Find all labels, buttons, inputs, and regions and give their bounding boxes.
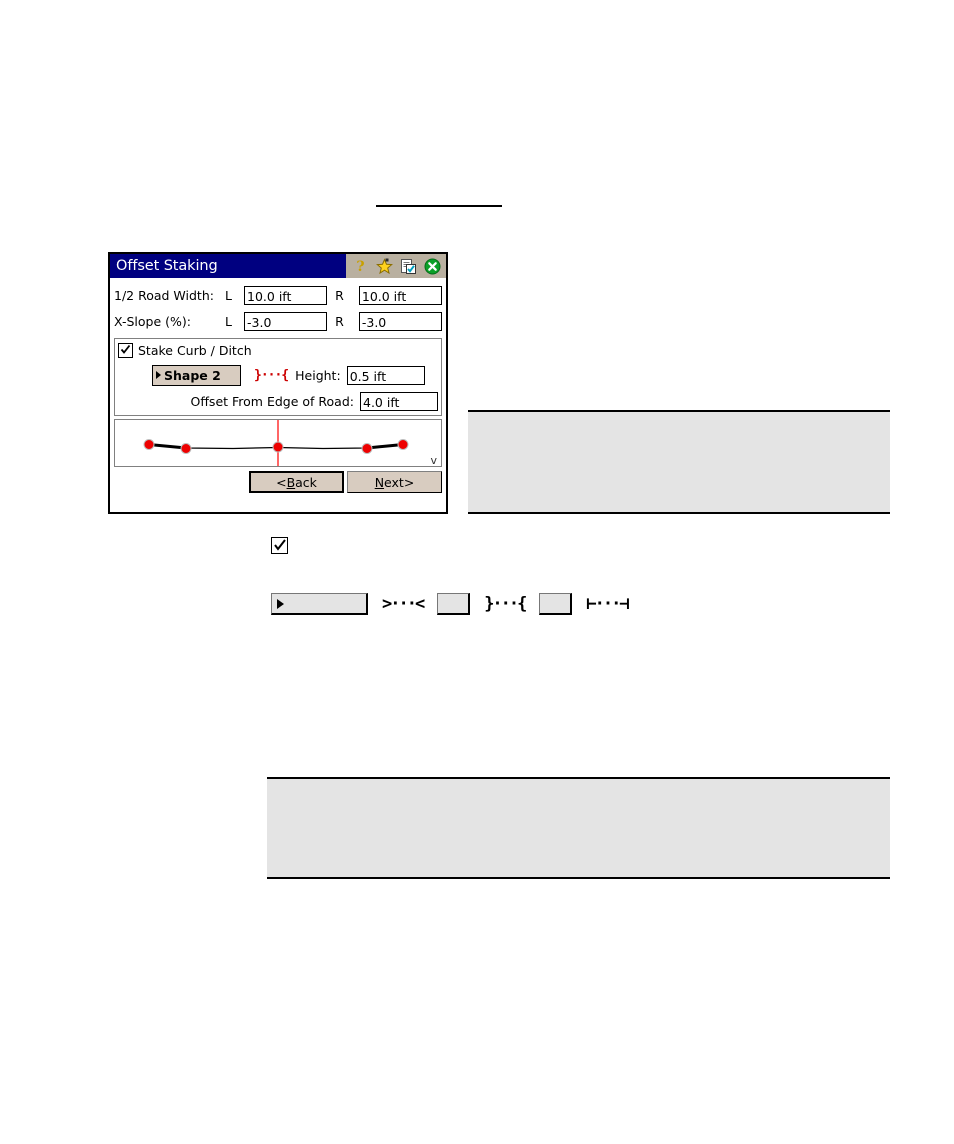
x-slope-label: X-Slope (%):: [114, 313, 191, 329]
favorites-star-icon[interactable]: [376, 257, 393, 275]
road-width-label: 1/2 Road Width:: [114, 287, 214, 303]
x-slope-row: X-Slope (%): L -3.0 R -3.0: [114, 308, 442, 334]
road-width-right-input[interactable]: 10.0 ift: [358, 285, 442, 305]
next-suffix: >: [403, 474, 415, 490]
dropdown-triangle-icon: [156, 371, 161, 379]
preview-corner-mark: v: [430, 454, 437, 467]
legend-dropdown-button-2[interactable]: [437, 593, 471, 615]
cross-section-graphic: [143, 420, 409, 466]
offset-from-edge-label: Offset From Edge of Road:: [190, 393, 354, 409]
next-accel: N: [374, 474, 385, 490]
shape-row: Shape 2 }···{ Height: 0.5 ift: [118, 362, 438, 388]
legend-dropdown-button-3[interactable]: [539, 593, 573, 615]
close-icon[interactable]: [424, 258, 441, 275]
legend-dropdown-button-1[interactable]: [271, 593, 368, 615]
back-button[interactable]: < B ack: [249, 471, 344, 493]
horizontal-rule: [376, 205, 502, 207]
callout-box-bottom: [267, 777, 890, 879]
x-slope-right-letter: R: [335, 313, 344, 329]
titlebar-icon-group: ?: [346, 254, 446, 278]
shape-select-button[interactable]: Shape 2: [152, 364, 241, 386]
stake-curb-ditch-group: Stake Curb / Ditch Shape 2 }···{ Height:…: [114, 338, 442, 416]
offset-from-edge-input[interactable]: 4.0 ift: [360, 391, 438, 411]
road-width-right-letter: R: [335, 287, 344, 303]
height-label: Height:: [295, 367, 341, 383]
checkmark-icon: [273, 539, 286, 551]
x-slope-right-input[interactable]: -3.0: [358, 311, 442, 331]
flat-shape-icon: ⊢···⊣: [586, 594, 629, 614]
callout-box-top: [468, 410, 890, 514]
curb-shape-icon: }···{: [254, 367, 289, 383]
height-input[interactable]: 0.5 ift: [346, 365, 425, 385]
x-slope-left-input[interactable]: -3.0: [244, 311, 328, 331]
next-button[interactable]: N ext >: [347, 471, 442, 493]
back-rest: ack: [295, 474, 317, 490]
shape-legend-row: >···< }···{ ⊢···⊣: [271, 591, 642, 617]
dialog-titlebar: Offset Staking ?: [110, 254, 446, 278]
road-width-left-letter: L: [224, 287, 232, 303]
legend-checkbox-icon: [271, 537, 288, 554]
next-rest: ext: [384, 474, 404, 490]
x-slope-left-letter: L: [224, 313, 232, 329]
dialog-nav-bar: < B ack N ext >: [110, 467, 446, 493]
svg-text:?: ?: [356, 259, 364, 275]
offset-staking-dialog: Offset Staking ? 1/2 Road Width: L 10.0 …: [108, 252, 448, 514]
back-accel: B: [286, 474, 296, 490]
cross-section-preview[interactable]: v: [114, 419, 442, 467]
dropdown-triangle-icon: [277, 598, 284, 609]
stake-curb-ditch-checkbox-row[interactable]: Stake Curb / Ditch: [118, 341, 438, 360]
stake-curb-ditch-checkbox[interactable]: [118, 343, 133, 358]
road-width-row: 1/2 Road Width: L 10.0 ift R 10.0 ift: [114, 282, 442, 308]
shape-button-label: Shape 2: [164, 367, 221, 383]
curb-shape-icon: }···{: [484, 594, 527, 614]
help-icon[interactable]: ?: [352, 258, 369, 275]
offset-row: Offset From Edge of Road: 4.0 ift: [118, 388, 438, 414]
checkmark-icon: [120, 344, 131, 354]
back-prefix: <: [276, 474, 287, 490]
stake-curb-ditch-label: Stake Curb / Ditch: [138, 343, 252, 358]
checklist-document-icon[interactable]: [400, 258, 417, 275]
road-width-left-input[interactable]: 10.0 ift: [244, 285, 328, 305]
dialog-title: Offset Staking: [116, 258, 218, 274]
dialog-fields: 1/2 Road Width: L 10.0 ift R 10.0 ift X-…: [110, 278, 446, 336]
ditch-shape-icon: >···<: [382, 594, 425, 614]
